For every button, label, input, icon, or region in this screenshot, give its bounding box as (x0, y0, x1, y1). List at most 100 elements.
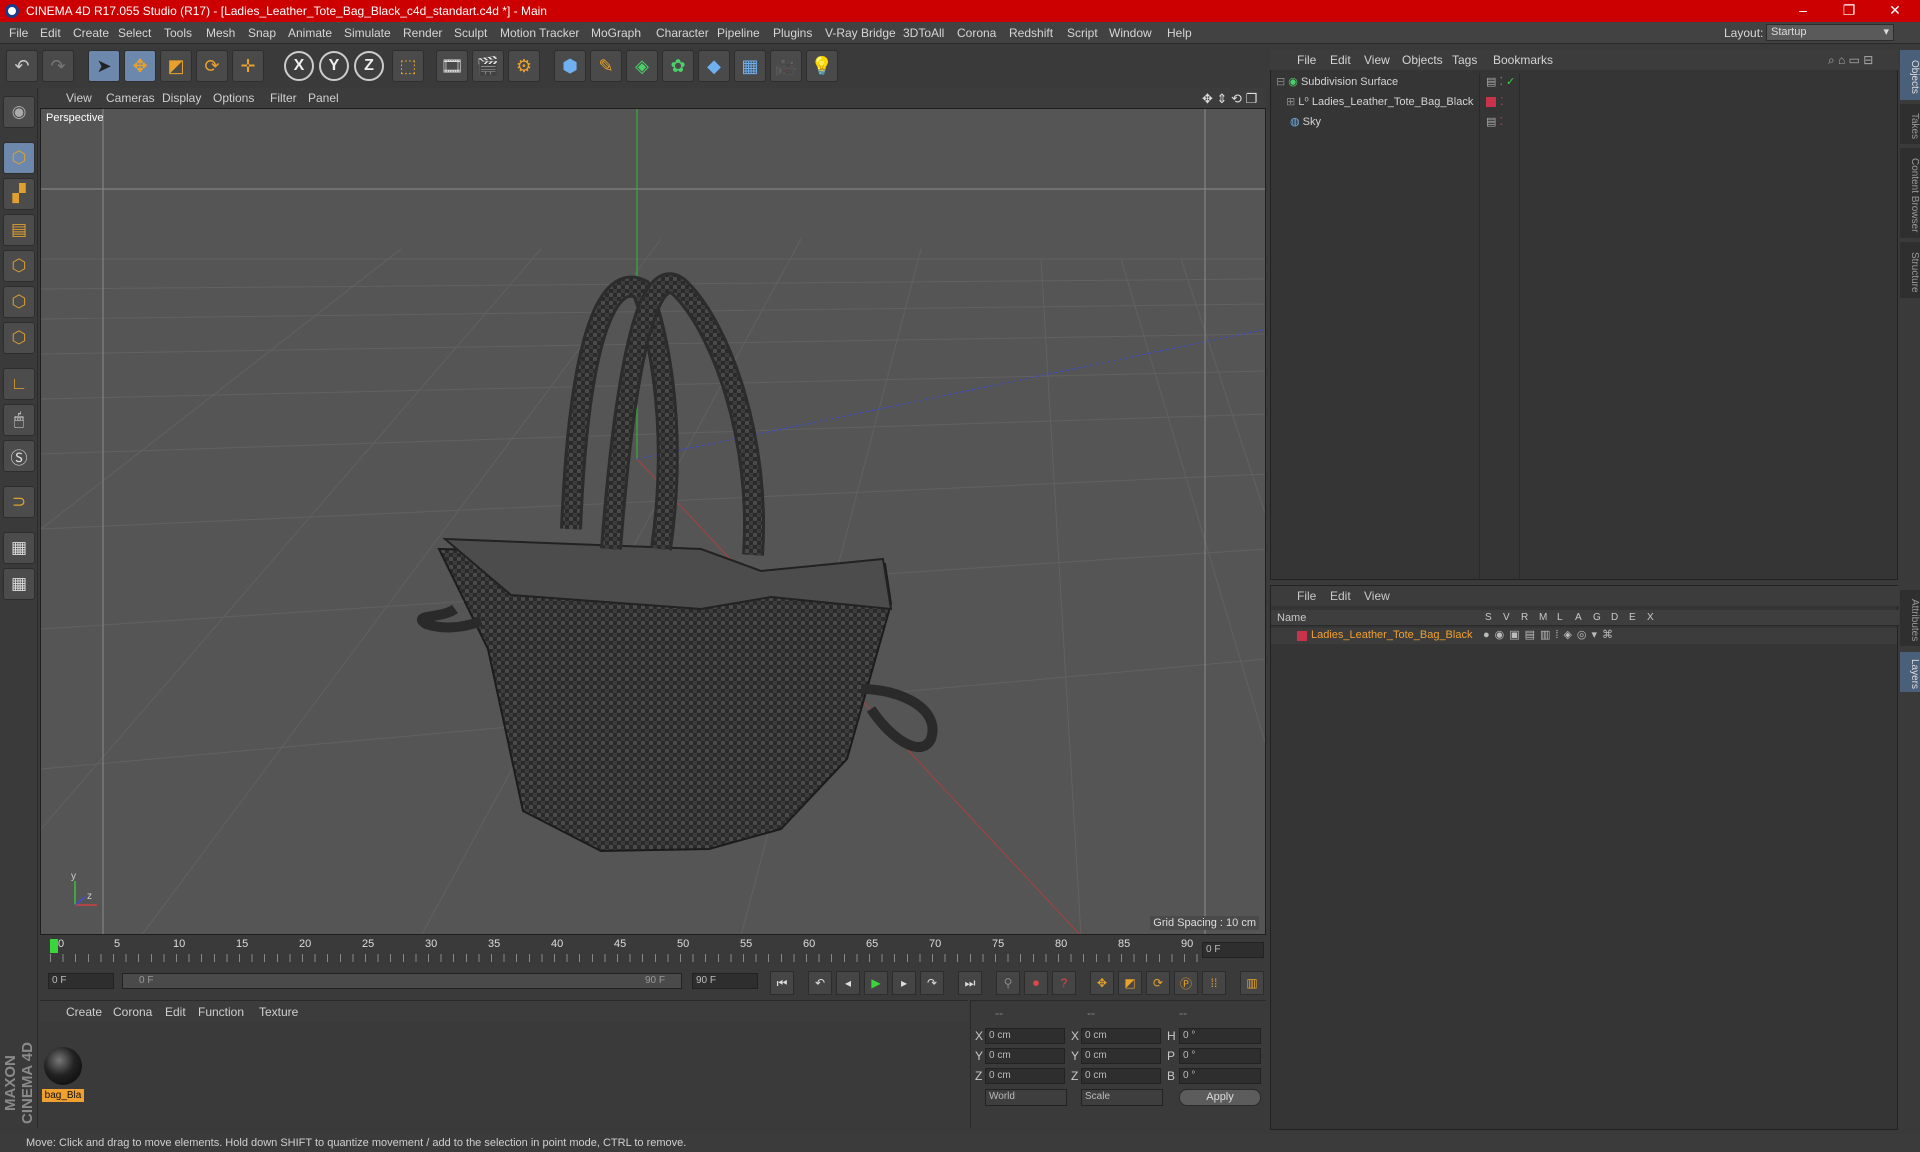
tab-takes[interactable]: Takes (1900, 104, 1920, 144)
make-editable-button[interactable]: ◉ (3, 96, 35, 128)
menu-file[interactable]: File (9, 26, 28, 40)
close-button[interactable]: ✕ (1872, 0, 1918, 22)
solo-mode-button[interactable]: Ⓢ (3, 440, 35, 472)
layer-color-swatch[interactable] (1297, 631, 1307, 641)
position-x-field[interactable]: 0 cm (985, 1028, 1065, 1044)
render-view-button[interactable]: 🎞 (436, 50, 468, 82)
axis-mode-button[interactable]: ∟ (3, 368, 35, 400)
minimize-button[interactable]: – (1780, 0, 1826, 22)
menu-window[interactable]: Window (1109, 26, 1152, 40)
timeline-ruler[interactable]: 0 5 10 15 20 25 30 35 40 45 50 55 60 65 … (40, 936, 1266, 966)
menu-sculpt[interactable]: Sculpt (454, 26, 487, 40)
layer-menu-view[interactable]: View (1364, 589, 1390, 603)
layer-toggle-icons[interactable]: ●◉▣▤▥⁞◈◎▾⌘ (1483, 628, 1618, 641)
play-button[interactable]: ▶ (864, 971, 888, 995)
tab-content-browser[interactable]: Content Browser (1900, 148, 1920, 238)
menu-snap[interactable]: Snap (248, 26, 276, 40)
layer-col-manager[interactable]: M (1539, 612, 1547, 623)
material-menu-texture[interactable]: Texture (259, 1005, 298, 1019)
object-manager-nav-icons[interactable]: ⌕ ⌂ ▭ ⊟ (1828, 53, 1873, 68)
menu-3dtoall[interactable]: 3DToAll (903, 26, 944, 40)
object-flags[interactable]: ▤ ⁚ ✓ (1486, 75, 1515, 93)
render-picture-viewer-button[interactable]: 🎬 (472, 50, 504, 82)
apply-button[interactable]: Apply (1179, 1089, 1261, 1106)
object-menu-objects[interactable]: Objects (1402, 53, 1443, 67)
menu-help[interactable]: Help (1167, 26, 1192, 40)
record-keys-button[interactable]: ⚲ (996, 971, 1020, 995)
layer-menu-edit[interactable]: Edit (1330, 589, 1351, 603)
menu-mograph[interactable]: MoGraph (591, 26, 641, 40)
polygons-mode-button[interactable]: ⬡ (3, 322, 35, 354)
menu-create[interactable]: Create (73, 26, 109, 40)
go-to-end-button[interactable]: ⏭ (958, 971, 982, 995)
restore-button[interactable]: ❐ (1826, 0, 1872, 22)
menu-corona[interactable]: Corona (957, 26, 996, 40)
frame-range-slider[interactable]: 0 F 90 F (122, 973, 682, 989)
key-parameter-button[interactable]: Ⓟ (1174, 971, 1198, 995)
object-row-sky[interactable]: ◍ Sky (1290, 115, 1480, 133)
viewport-menu-filter[interactable]: Filter (270, 91, 297, 105)
viewport-menu-display[interactable]: Display (162, 91, 201, 105)
layer-col-locked[interactable]: L (1557, 612, 1563, 623)
key-scale-button[interactable]: ◩ (1118, 971, 1142, 995)
position-z-field[interactable]: 0 cm (985, 1068, 1065, 1084)
previous-key-button[interactable]: ↶ (808, 971, 832, 995)
size-z-field[interactable]: 0 cm (1081, 1068, 1161, 1084)
material-name[interactable]: bag_Bla (42, 1089, 84, 1102)
object-row-subdivision-surface[interactable]: ⊟ ◉ Subdivision Surface (1276, 75, 1478, 93)
coordinate-system-button[interactable]: ⬚ (392, 50, 424, 82)
workplane-mode-button[interactable]: ▤ (3, 214, 35, 246)
start-frame-field[interactable]: 0 F (48, 973, 114, 989)
spline-pen-button[interactable]: ✎ (590, 50, 622, 82)
undo-button[interactable]: ↶ (6, 50, 38, 82)
menu-pipeline[interactable]: Pipeline (717, 26, 760, 40)
x-axis-lock-button[interactable]: X (284, 51, 314, 81)
select-tool-button[interactable]: ➤ (88, 50, 120, 82)
object-menu-view[interactable]: View (1364, 53, 1390, 67)
menu-animate[interactable]: Animate (288, 26, 332, 40)
go-to-start-button[interactable]: ⏮ (770, 971, 794, 995)
viewport-menu-cameras[interactable]: Cameras (106, 91, 155, 105)
size-mode-dropdown[interactable]: Scale (1081, 1089, 1163, 1106)
menu-edit[interactable]: Edit (40, 26, 61, 40)
viewport-menu-panel[interactable]: Panel (308, 91, 339, 105)
expand-icon[interactable]: ⊞ (1286, 96, 1295, 108)
menu-script[interactable]: Script (1067, 26, 1098, 40)
layer-col-deformers[interactable]: D (1611, 612, 1618, 623)
tab-structure[interactable]: Structure (1900, 242, 1920, 298)
layer-col-generators[interactable]: G (1593, 612, 1601, 623)
layer-col-view[interactable]: V (1503, 612, 1510, 623)
y-axis-lock-button[interactable]: Y (319, 51, 349, 81)
camera-object-button[interactable]: 🎥 (770, 50, 802, 82)
object-menu-edit[interactable]: Edit (1330, 53, 1351, 67)
workplane-lock-button[interactable]: ▦ (3, 532, 35, 564)
menu-character[interactable]: Character (656, 26, 709, 40)
next-key-button[interactable]: ↷ (920, 971, 944, 995)
texture-mode-button[interactable]: ▞ (3, 178, 35, 210)
material-menu-edit[interactable]: Edit (165, 1005, 186, 1019)
key-rotation-button[interactable]: ⟳ (1146, 971, 1170, 995)
cube-object-button[interactable]: ⬢ (554, 50, 586, 82)
size-y-field[interactable]: 0 cm (1081, 1048, 1161, 1064)
viewport-menu-view[interactable]: View (66, 91, 92, 105)
tab-attributes[interactable]: Attributes (1900, 590, 1920, 646)
tab-objects[interactable]: Objects (1900, 50, 1920, 100)
object-flags[interactable]: ▤ ⁚ (1486, 115, 1503, 133)
material-menu-create[interactable]: Create (66, 1005, 102, 1019)
expand-icon[interactable]: ⊟ (1276, 76, 1285, 88)
previous-frame-button[interactable]: ◂ (836, 971, 860, 995)
rotation-h-field[interactable]: 0 ° (1179, 1028, 1261, 1044)
3d-viewport[interactable]: y z Perspective Grid Spacing : 10 cm (40, 108, 1266, 935)
tab-layers[interactable]: Layers (1900, 652, 1920, 692)
redo-button[interactable]: ↷ (42, 50, 74, 82)
menu-motion-tracker[interactable]: Motion Tracker (500, 26, 579, 40)
model-mode-button[interactable]: ⬡ (3, 142, 35, 174)
keyframe-selection-button[interactable]: ? (1052, 971, 1076, 995)
snap-magnet-button[interactable]: ⊃ (3, 486, 35, 518)
layer-name[interactable]: Ladies_Leather_Tote_Bag_Black (1311, 629, 1472, 641)
layer-color-swatch[interactable] (1486, 97, 1496, 107)
menu-redshift[interactable]: Redshift (1009, 26, 1053, 40)
coordinate-space-dropdown[interactable]: World (985, 1089, 1067, 1106)
playhead[interactable] (50, 939, 58, 953)
deformer-button[interactable]: ◆ (698, 50, 730, 82)
